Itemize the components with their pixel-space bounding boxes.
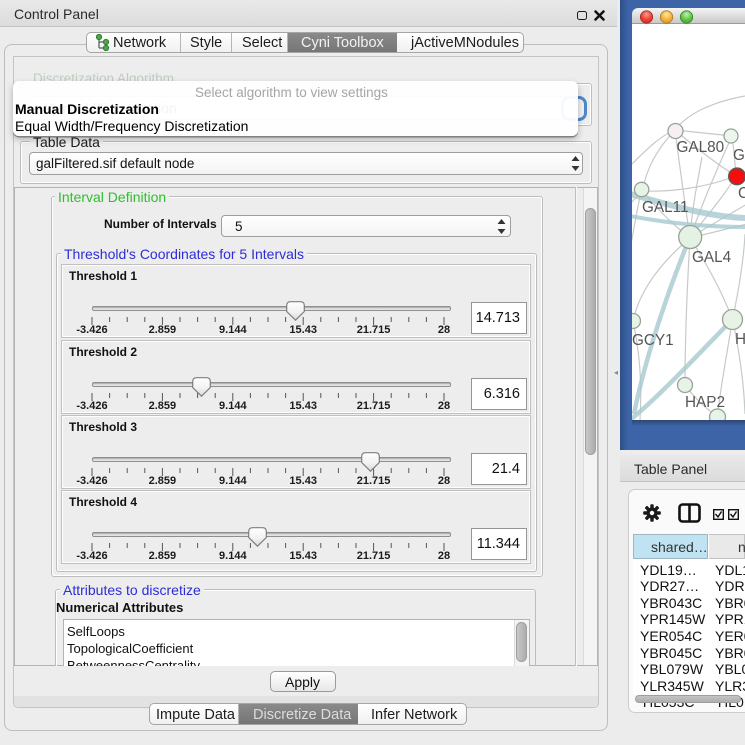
- svg-text:GAL1: GAL1: [733, 147, 745, 164]
- svg-text:HAP2: HAP2: [685, 394, 725, 411]
- svg-text:H: H: [735, 331, 745, 348]
- svg-text:GAL80: GAL80: [677, 139, 725, 156]
- svg-text:GAL4: GAL4: [692, 249, 732, 266]
- svg-text:CD: CD: [738, 185, 745, 202]
- svg-text:GAL11: GAL11: [642, 199, 689, 216]
- svg-text:GCY1: GCY1: [632, 332, 674, 349]
